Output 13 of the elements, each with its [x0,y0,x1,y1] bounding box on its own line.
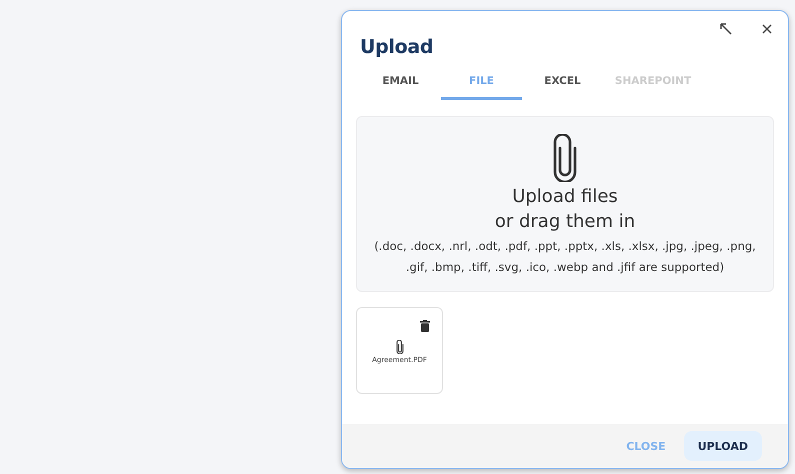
trash-icon[interactable] [420,320,430,332]
paperclip-icon [552,134,578,182]
dialog-title: Upload [360,36,434,58]
close-icon[interactable] [762,24,772,34]
dropzone-heading: Upload files [512,185,618,209]
supported-formats-text: (.doc, .docx, .nrl, .odt, .pdf, .ppt, .pptx, .xls, .xlsx, .jpg, .jpeg, .png, .gif, .bmp, .tiff, .svg, .ico, .webp and .jfif are supported) [373,238,757,276]
paperclip-icon [396,340,404,354]
dropzone[interactable]: Upload files or drag them in (.doc, .docx, .nrl, .odt, .pdf, .ppt, .pptx, .xls, .xlsx, .jpg, .jpeg, .png, .gif, .bmp, .tiff, .svg, .ico, .webp and .jfif are supported) [356,116,774,292]
upload-button[interactable]: UPLOAD [684,431,762,461]
tab[interactable]: EXCEL [522,70,603,100]
dropzone-heading: or drag them in [494,210,636,234]
collapse-icon[interactable] [720,23,732,35]
tab[interactable]: EMAIL [360,70,441,100]
